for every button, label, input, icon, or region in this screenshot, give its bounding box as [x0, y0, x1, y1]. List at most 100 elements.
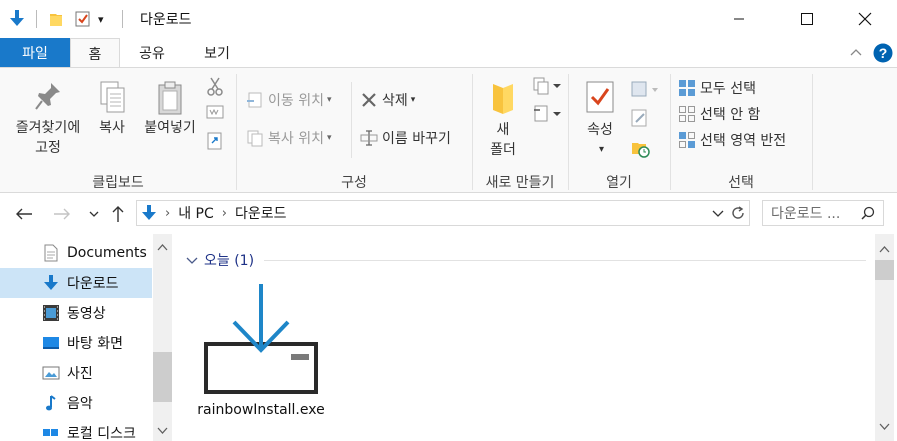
search-box[interactable]: 다운로드 ... — [762, 200, 884, 226]
nav-item-desktop[interactable]: 바탕 화면 — [0, 328, 152, 358]
nav-item-local-disk[interactable]: 로컬 디스크 — [0, 418, 152, 441]
nav-item-label: 바탕 화면 — [67, 336, 123, 352]
recent-locations-button[interactable] — [84, 204, 104, 224]
group-header-label: 오늘 (1) — [204, 253, 255, 269]
select-all-button[interactable]: 모두 선택 — [678, 78, 756, 98]
breadcrumb-separator: › — [221, 205, 227, 221]
group-header[interactable]: 오늘 (1) — [186, 250, 254, 270]
collapse-ribbon-icon[interactable] — [848, 44, 864, 64]
forward-button[interactable] — [52, 204, 72, 224]
search-placeholder: 다운로드 ... — [771, 206, 841, 222]
group-label-clipboard: 클립보드 — [92, 175, 144, 191]
divider — [36, 10, 37, 28]
scroll-thumb[interactable] — [875, 260, 894, 280]
open-icon[interactable] — [630, 80, 660, 104]
move-to-icon — [246, 91, 264, 109]
delete-button[interactable]: 삭제 ▾ — [360, 90, 415, 110]
divider — [122, 10, 123, 28]
rename-button[interactable]: 이름 바꾸기 — [360, 128, 451, 148]
properties-icon[interactable] — [74, 8, 92, 30]
copy-to-icon — [246, 129, 264, 147]
rename-icon — [360, 129, 378, 147]
desktop-icon — [41, 333, 61, 353]
new-folder-button[interactable]: 새 폴더 — [480, 80, 526, 160]
back-button[interactable] — [14, 204, 34, 224]
maximize-button[interactable] — [784, 0, 830, 38]
scroll-up-icon[interactable] — [157, 240, 168, 255]
invert-selection-label: 선택 영역 반전 — [700, 133, 787, 149]
group-divider — [812, 74, 813, 190]
refresh-icon[interactable] — [730, 205, 746, 225]
nav-item-label: 음악 — [67, 396, 93, 412]
tab-share[interactable]: 공유 — [124, 38, 180, 67]
breadcrumb-this-pc[interactable]: 내 PC — [178, 203, 214, 223]
scroll-down-icon[interactable] — [879, 420, 890, 435]
cut-icon[interactable] — [206, 76, 224, 100]
breadcrumb-downloads[interactable]: 다운로드 — [235, 203, 287, 223]
edit-icon[interactable] — [630, 108, 650, 132]
invert-selection-button[interactable]: 선택 영역 반전 — [678, 130, 786, 150]
folder-icon[interactable] — [48, 8, 66, 30]
nav-item-label: 동영상 — [67, 306, 106, 322]
properties-button[interactable]: 속성 ▾ — [578, 80, 622, 160]
tab-home[interactable]: 홈 — [70, 38, 120, 68]
title-bar: ▾ 다운로드 — [0, 0, 897, 38]
nav-scrollbar[interactable] — [153, 234, 172, 441]
new-item-icon[interactable] — [532, 76, 562, 100]
paste-label: 붙여넣기 — [144, 120, 196, 136]
address-bar[interactable]: › 내 PC › 다운로드 — [136, 200, 750, 226]
scroll-thumb[interactable] — [153, 352, 172, 402]
help-icon[interactable]: ? — [873, 43, 893, 67]
nav-item-label: 로컬 디스크 — [67, 426, 136, 441]
move-to-label: 이동 위치 — [268, 93, 324, 109]
select-none-label: 선택 안 함 — [700, 107, 761, 123]
download-icon — [41, 273, 61, 293]
nav-item-documents[interactable]: Documents — [0, 238, 152, 268]
nav-item-downloads[interactable]: 다운로드 — [0, 268, 152, 298]
copy-to-button[interactable]: 복사 위치 ▾ — [246, 128, 332, 148]
pin-to-quick-access-button[interactable]: 즐겨찾기에 고정 — [6, 80, 90, 158]
copy-label: 복사 — [99, 120, 125, 136]
group-label-select: 선택 — [728, 175, 754, 191]
file-item[interactable]: rainbowInstall.exe — [196, 278, 326, 441]
quick-access-dropdown[interactable]: ▾ — [98, 8, 104, 30]
new-folder-label: 새 폴더 — [490, 122, 516, 158]
properties-icon — [585, 80, 615, 116]
pin-icon — [33, 80, 63, 114]
navigation-pane: Documents 다운로드 동영상 바탕 화면 사진 음악 로컬 디스크 — [0, 234, 172, 441]
content-scrollbar[interactable] — [875, 234, 894, 441]
nav-item-music[interactable]: 음악 — [0, 388, 152, 418]
copy-icon — [97, 80, 127, 114]
copy-path-icon[interactable] — [206, 104, 224, 124]
installer-icon — [202, 282, 320, 400]
nav-item-label: 사진 — [67, 366, 93, 382]
scroll-up-icon[interactable] — [879, 242, 890, 257]
address-dropdown-icon[interactable] — [711, 206, 725, 224]
select-none-button[interactable]: 선택 안 함 — [678, 104, 760, 124]
select-none-icon — [678, 105, 696, 123]
close-button[interactable] — [842, 0, 888, 38]
pin-label: 즐겨찾기에 고정 — [15, 120, 81, 156]
copy-to-label: 복사 위치 — [268, 131, 324, 147]
copy-button[interactable]: 복사 — [92, 80, 132, 138]
picture-icon — [41, 363, 61, 383]
properties-label: 속성 — [587, 122, 613, 138]
move-to-button[interactable]: 이동 위치 ▾ — [246, 90, 332, 110]
paste-shortcut-icon[interactable] — [206, 130, 224, 154]
minimize-button[interactable] — [716, 0, 762, 38]
group-label-new: 새로 만들기 — [485, 175, 555, 191]
nav-item-videos[interactable]: 동영상 — [0, 298, 152, 328]
select-all-label: 모두 선택 — [700, 81, 756, 97]
nav-item-pictures[interactable]: 사진 — [0, 358, 152, 388]
tab-view[interactable]: 보기 — [188, 38, 246, 67]
easy-access-icon[interactable] — [532, 104, 562, 128]
scroll-down-icon[interactable] — [157, 424, 168, 439]
file-name: rainbowInstall.exe — [197, 402, 325, 418]
up-button[interactable] — [108, 204, 128, 224]
new-folder-icon — [489, 80, 517, 116]
drive-icon — [41, 423, 61, 441]
paste-button[interactable]: 붙여넣기 — [138, 80, 202, 138]
history-icon[interactable] — [630, 138, 650, 162]
tab-file[interactable]: 파일 — [0, 38, 70, 67]
group-label-organize: 구성 — [341, 175, 367, 191]
